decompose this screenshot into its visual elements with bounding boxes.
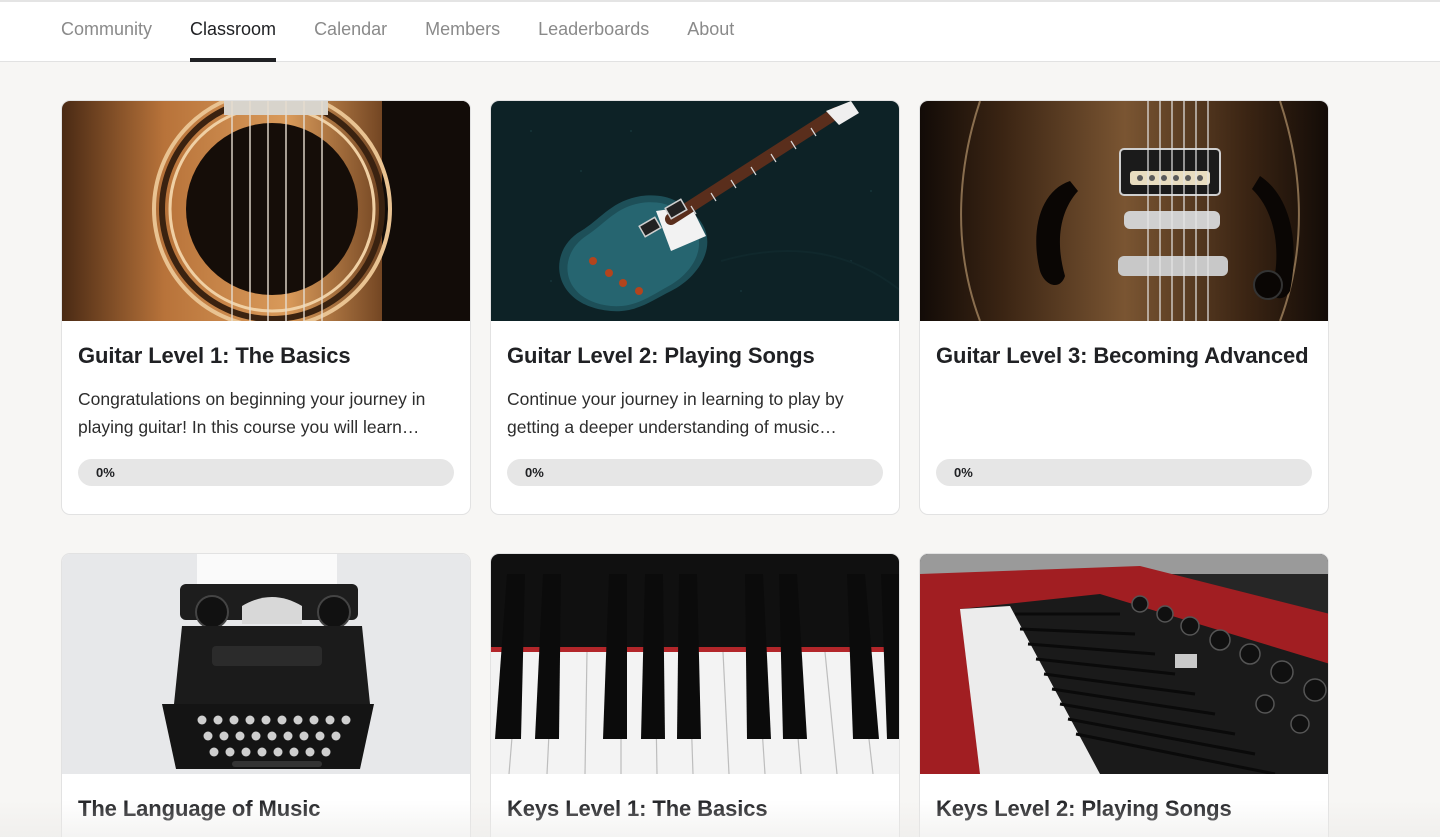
course-title: Keys Level 2: Playing Songs bbox=[936, 796, 1232, 821]
vintage-typewriter-image bbox=[62, 554, 470, 774]
course-grid: Guitar Level 1: The Basics Congratulatio… bbox=[61, 100, 1329, 837]
course-progress-bar: 0% bbox=[507, 459, 883, 486]
course-progress-bar: 0% bbox=[78, 459, 454, 486]
hollow-body-guitar-pickups-image bbox=[920, 101, 1328, 321]
course-card[interactable]: Keys Level 1: The Basics bbox=[490, 553, 900, 837]
tab-community[interactable]: Community bbox=[61, 2, 152, 62]
tab-calendar[interactable]: Calendar bbox=[314, 2, 387, 62]
tab-members[interactable]: Members bbox=[425, 2, 500, 62]
course-description: Congratulations on beginning your journe… bbox=[78, 389, 426, 437]
tab-classroom[interactable]: Classroom bbox=[190, 2, 277, 62]
course-title: Guitar Level 1: The Basics bbox=[78, 343, 351, 368]
course-title: Keys Level 1: The Basics bbox=[507, 796, 768, 821]
course-title: The Language of Music bbox=[78, 796, 321, 821]
course-card[interactable]: Guitar Level 2: Playing Songs Continue y… bbox=[490, 100, 900, 515]
nav-tabs: Community Classroom Calendar Members Lea… bbox=[61, 2, 772, 62]
course-card[interactable]: The Language of Music bbox=[61, 553, 471, 837]
top-navigation-bar: Community Classroom Calendar Members Lea… bbox=[0, 0, 1440, 62]
course-description bbox=[936, 385, 1312, 441]
piano-keys-image bbox=[491, 554, 899, 774]
tab-leaderboards[interactable]: Leaderboards bbox=[538, 2, 649, 62]
tab-about[interactable]: About bbox=[687, 2, 734, 62]
course-description: Continue your journey in learning to pla… bbox=[507, 389, 844, 437]
red-keyboard-synth-image bbox=[920, 554, 1328, 774]
course-card[interactable]: Guitar Level 1: The Basics Congratulatio… bbox=[61, 100, 471, 515]
progress-label: 0% bbox=[525, 465, 544, 480]
acoustic-guitar-soundhole-image bbox=[62, 101, 470, 321]
course-progress-bar: 0% bbox=[936, 459, 1312, 486]
progress-label: 0% bbox=[954, 465, 973, 480]
progress-label: 0% bbox=[96, 465, 115, 480]
electric-guitar-on-dark-background-image bbox=[491, 101, 899, 321]
course-title: Guitar Level 3: Becoming Advanced bbox=[936, 343, 1309, 368]
course-card[interactable]: Keys Level 2: Playing Songs bbox=[919, 553, 1329, 837]
course-card[interactable]: Guitar Level 3: Becoming Advanced 0% bbox=[919, 100, 1329, 515]
course-title: Guitar Level 2: Playing Songs bbox=[507, 343, 815, 368]
